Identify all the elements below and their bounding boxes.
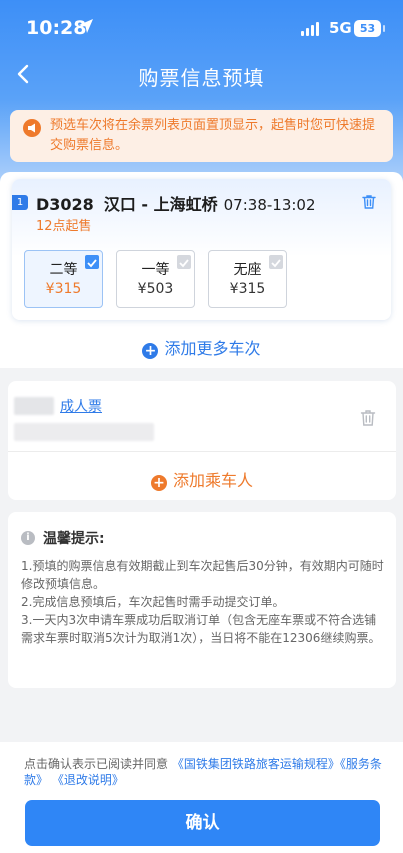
refund-policy-link[interactable]: 《退改说明》 [52, 773, 124, 787]
add-passenger-label: 添加乘车人 [172, 471, 253, 490]
seat-option-first-class[interactable]: 一等 ¥503 [116, 250, 195, 308]
agreement-prefix: 点击确认表示已阅读并同意 [24, 757, 169, 771]
checkbox-unchecked-icon [269, 255, 283, 269]
status-bar: 10:28 5G 53 [0, 0, 403, 54]
checkbox-unchecked-icon [177, 255, 191, 269]
sale-time-note: 12点起售 [36, 219, 92, 234]
info-icon: i [21, 531, 35, 545]
tips-title: 温馨提示: [43, 531, 105, 547]
add-passenger-button[interactable]: + 添加乘车人 [8, 467, 396, 491]
train-from-station: 汉口 [103, 195, 136, 214]
tips-item: 3.一天内3次申请车票成功后取消订单（包含无座车票或不符合选铺需求车票时取消5次… [21, 613, 381, 645]
seat-option-no-seat[interactable]: 无座 ¥315 [208, 250, 287, 308]
delete-train-icon[interactable] [361, 194, 377, 210]
delete-passenger-icon[interactable] [360, 409, 376, 427]
train-to-station: 上海虹桥 [153, 195, 218, 214]
add-train-button[interactable]: + 添加更多车次 [0, 335, 403, 359]
bottom-bar: 点击确认表示已阅读并同意 《国铁集团铁路旅客运输规程》《服务条款》 《退改说明》… [0, 742, 403, 853]
megaphone-icon [23, 119, 41, 137]
plus-circle-icon: + [150, 475, 167, 491]
divider [8, 451, 396, 452]
notice-banner: 预选车次将在余票列表页面置顶显示，起售时您可快速提交购票信息。 [10, 110, 393, 162]
tips-list: 1.预填的购票信息有效期截止到车次起售后30分钟，有效期内可随时修改预填信息。 … [21, 557, 384, 647]
seat-price: ¥503 [137, 281, 174, 297]
notice-text: 预选车次将在余票列表页面置顶显示，起售时您可快速提交购票信息。 [50, 118, 376, 153]
agreement-text: 点击确认表示已阅读并同意 《国铁集团铁路旅客运输规程》《服务条款》 《退改说明》 [24, 756, 384, 788]
train-time: 07:38-13:02 [223, 196, 316, 214]
train-route: D3028 汉口 - 上海虹桥 07:38-13:02 [36, 191, 316, 215]
seat-option-second-class[interactable]: 二等 ¥315 [24, 250, 103, 308]
tips-card: i 温馨提示: 1.预填的购票信息有效期截止到车次起售后30分钟，有效期内可随时… [8, 512, 396, 688]
page-title: 购票信息预填 [138, 66, 265, 90]
seat-price: ¥315 [45, 281, 82, 297]
plus-circle-icon: + [142, 343, 159, 359]
train-card: 1 D3028 汉口 - 上海虹桥 07:38-13:02 12点起售 二等 ¥31… [12, 179, 391, 320]
network-type: 5G [329, 19, 352, 37]
train-index-badge: 1 [12, 195, 28, 210]
tips-heading: i 温馨提示: [21, 528, 384, 548]
ticket-type-link[interactable]: 成人票 [60, 396, 102, 416]
passenger-name-redacted [14, 397, 54, 415]
signal-icon [301, 22, 319, 36]
battery-icon: 53 [354, 20, 385, 37]
tips-item: 2.完成信息预填后，车次起售时需手动提交订单。 [21, 595, 285, 609]
route-separator: - [141, 195, 149, 214]
confirm-button[interactable]: 确认 [25, 800, 380, 846]
location-arrow-icon [79, 19, 93, 33]
seat-price: ¥315 [229, 281, 266, 297]
train-number: D3028 [36, 195, 94, 214]
tips-item: 1.预填的购票信息有效期截止到车次起售后30分钟，有效期内可随时修改预填信息。 [21, 559, 384, 591]
checkbox-checked-icon [85, 255, 99, 269]
passenger-id-redacted [14, 423, 154, 441]
add-train-label: 添加更多车次 [164, 339, 261, 358]
passenger-card: 成人票 + 添加乘车人 [8, 381, 396, 500]
transport-rules-link[interactable]: 《国铁集团铁路旅客运输规程》 [172, 757, 340, 771]
